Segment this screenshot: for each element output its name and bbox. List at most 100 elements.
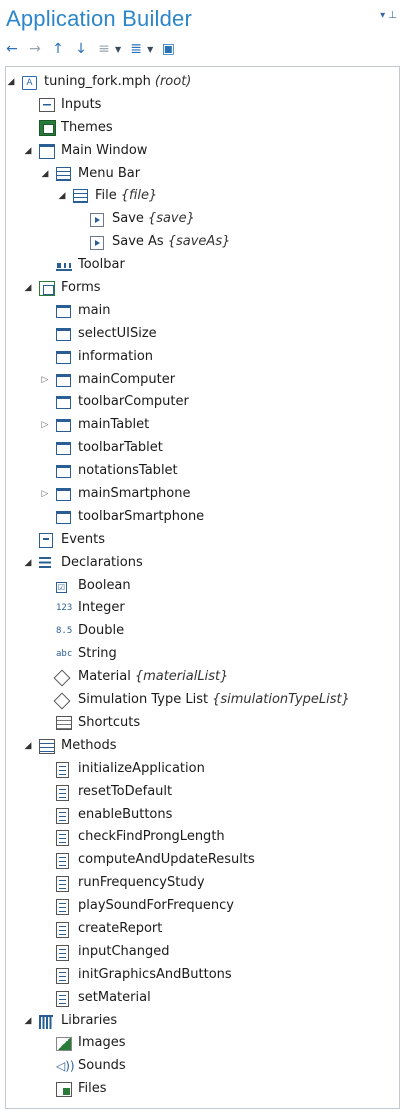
tree-node[interactable]: enableButtons: [6, 804, 399, 827]
images-icon: [56, 1037, 72, 1052]
move-down-icon[interactable]: ↓: [73, 41, 89, 57]
tree-node[interactable]: Themes: [6, 117, 399, 140]
tree-node[interactable]: createReport: [6, 918, 399, 941]
tree-node[interactable]: Toolbar: [6, 254, 399, 277]
tree-node[interactable]: playSoundForFrequency: [6, 895, 399, 918]
collapse-icon[interactable]: ≡: [96, 41, 112, 57]
tree-node[interactable]: abc String: [6, 643, 399, 666]
tree-node[interactable]: Save As {saveAs}: [6, 231, 399, 254]
item-icon: [90, 213, 104, 228]
tree-node[interactable]: ▷ mainSmartphone: [6, 483, 399, 506]
expand-arrow-icon[interactable]: ▷: [40, 483, 50, 506]
tree-node[interactable]: resetToDefault: [6, 781, 399, 804]
collapse-arrow-icon[interactable]: ◢: [23, 277, 33, 300]
node-name: Integer: [78, 600, 125, 616]
tree-node[interactable]: notationsTablet: [6, 460, 399, 483]
collapse-arrow-icon[interactable]: ◢: [6, 71, 16, 94]
short-icon: [56, 715, 72, 730]
expand-icon[interactable]: ≣: [128, 41, 144, 57]
diamond-icon: [53, 692, 71, 710]
node-name: selectUISize: [78, 325, 157, 341]
form-icon: [56, 373, 71, 387]
tree-node-label: Toolbar: [78, 254, 125, 277]
tree-node[interactable]: checkFindProngLength: [6, 826, 399, 849]
node-name: createReport: [78, 920, 163, 936]
tree-node[interactable]: toolbarComputer: [6, 391, 399, 414]
back-icon[interactable]: ←: [4, 41, 20, 57]
tree-node[interactable]: ☑ Boolean: [6, 575, 399, 598]
tree-node[interactable]: toolbarSmartphone: [6, 506, 399, 529]
events-icon: [39, 532, 53, 548]
tree-node-label: inputChanged: [78, 941, 169, 964]
node-name: main: [78, 302, 111, 318]
tree-node[interactable]: 123 Integer: [6, 597, 399, 620]
tree-node[interactable]: 8.5 Double: [6, 620, 399, 643]
dropdown-arrow-icon[interactable]: ▼: [147, 45, 153, 54]
dropdown-arrow-icon[interactable]: ▼: [115, 45, 121, 54]
node-name: Methods: [61, 737, 117, 753]
tree-node[interactable]: computeAndUpdateResults: [6, 849, 399, 872]
expand-arrow-icon[interactable]: ▷: [40, 369, 50, 392]
node-name: Menu Bar: [78, 165, 141, 181]
node-name: resetToDefault: [78, 783, 173, 799]
tree-node[interactable]: selectUISize: [6, 323, 399, 346]
node-name: Double: [78, 623, 125, 639]
forward-icon[interactable]: →: [27, 41, 43, 57]
node-name: Boolean: [78, 577, 131, 593]
tree-node[interactable]: main: [6, 300, 399, 323]
tree-node[interactable]: toolbarTablet: [6, 437, 399, 460]
tree-node[interactable]: ◢ Main Window: [6, 140, 399, 163]
method-icon: [56, 899, 69, 916]
tree-node[interactable]: ▷ mainTablet: [6, 414, 399, 437]
tree-node[interactable]: initializeApplication: [6, 758, 399, 781]
tree-node[interactable]: initGraphicsAndButtons: [6, 964, 399, 987]
tree-node-label: Save As {saveAs}: [112, 231, 230, 254]
tree-node[interactable]: ◢ Forms: [6, 277, 399, 300]
tree-node[interactable]: ◁)) Sounds: [6, 1055, 399, 1078]
tree-node[interactable]: ◢ File {file}: [6, 185, 399, 208]
tree-node[interactable]: ◢ Atuning_fork.mph (root): [6, 71, 399, 94]
tree-node-label: Menu Bar: [78, 163, 140, 186]
expand-arrow-icon[interactable]: ▷: [40, 414, 50, 437]
bool-icon: ☑: [56, 581, 67, 593]
int-icon: 123: [56, 603, 73, 614]
node-name: String: [78, 646, 117, 662]
tree-node[interactable]: Inputs: [6, 94, 399, 117]
win-icon: [39, 143, 55, 159]
title-bar: Application Builder ▾ ⊥: [0, 0, 405, 34]
tree-node[interactable]: ◢ Menu Bar: [6, 163, 399, 186]
collapse-arrow-icon[interactable]: ◢: [23, 552, 33, 575]
tree-node[interactable]: Material {materialList}: [6, 666, 399, 689]
tree-node[interactable]: ◢ Declarations: [6, 552, 399, 575]
tree-node[interactable]: Files: [6, 1078, 399, 1101]
tool-icon: [56, 263, 72, 272]
collapse-arrow-icon[interactable]: ◢: [23, 140, 33, 163]
move-up-icon[interactable]: ↑: [50, 41, 66, 57]
form-editor-icon[interactable]: ▣: [160, 41, 176, 57]
window-controls[interactable]: ▾ ⊥: [374, 10, 397, 21]
collapse-arrow-icon[interactable]: ◢: [57, 185, 67, 208]
tree-node-label: Integer: [78, 597, 125, 620]
collapse-arrow-icon[interactable]: ◢: [23, 1010, 33, 1033]
collapse-arrow-icon[interactable]: ◢: [23, 735, 33, 758]
tree-node-label: Shortcuts: [78, 712, 140, 735]
tree-node[interactable]: Images: [6, 1032, 399, 1055]
tree-node[interactable]: ◢ Methods: [6, 735, 399, 758]
node-tag: {file}: [120, 188, 158, 204]
tree-node[interactable]: Events: [6, 529, 399, 552]
tree-node[interactable]: Shortcuts: [6, 712, 399, 735]
node-name: Shortcuts: [78, 714, 141, 730]
node-name: notationsTablet: [78, 463, 178, 479]
tree-node[interactable]: ◢ Libraries: [6, 1010, 399, 1033]
tree-node[interactable]: inputChanged: [6, 941, 399, 964]
tree-node[interactable]: setMaterial: [6, 987, 399, 1010]
collapse-arrow-icon[interactable]: ◢: [40, 163, 50, 186]
node-name: mainTablet: [78, 417, 150, 433]
tree-node[interactable]: Save {save}: [6, 208, 399, 231]
tree-node[interactable]: runFrequencyStudy: [6, 872, 399, 895]
tree-node-label: Libraries: [61, 1010, 117, 1033]
pin-icon[interactable]: ▾ ⊥: [380, 10, 397, 21]
tree-node[interactable]: ▷ mainComputer: [6, 369, 399, 392]
tree-node[interactable]: Simulation Type List {simulationTypeList}: [6, 689, 399, 712]
tree-node[interactable]: information: [6, 346, 399, 369]
